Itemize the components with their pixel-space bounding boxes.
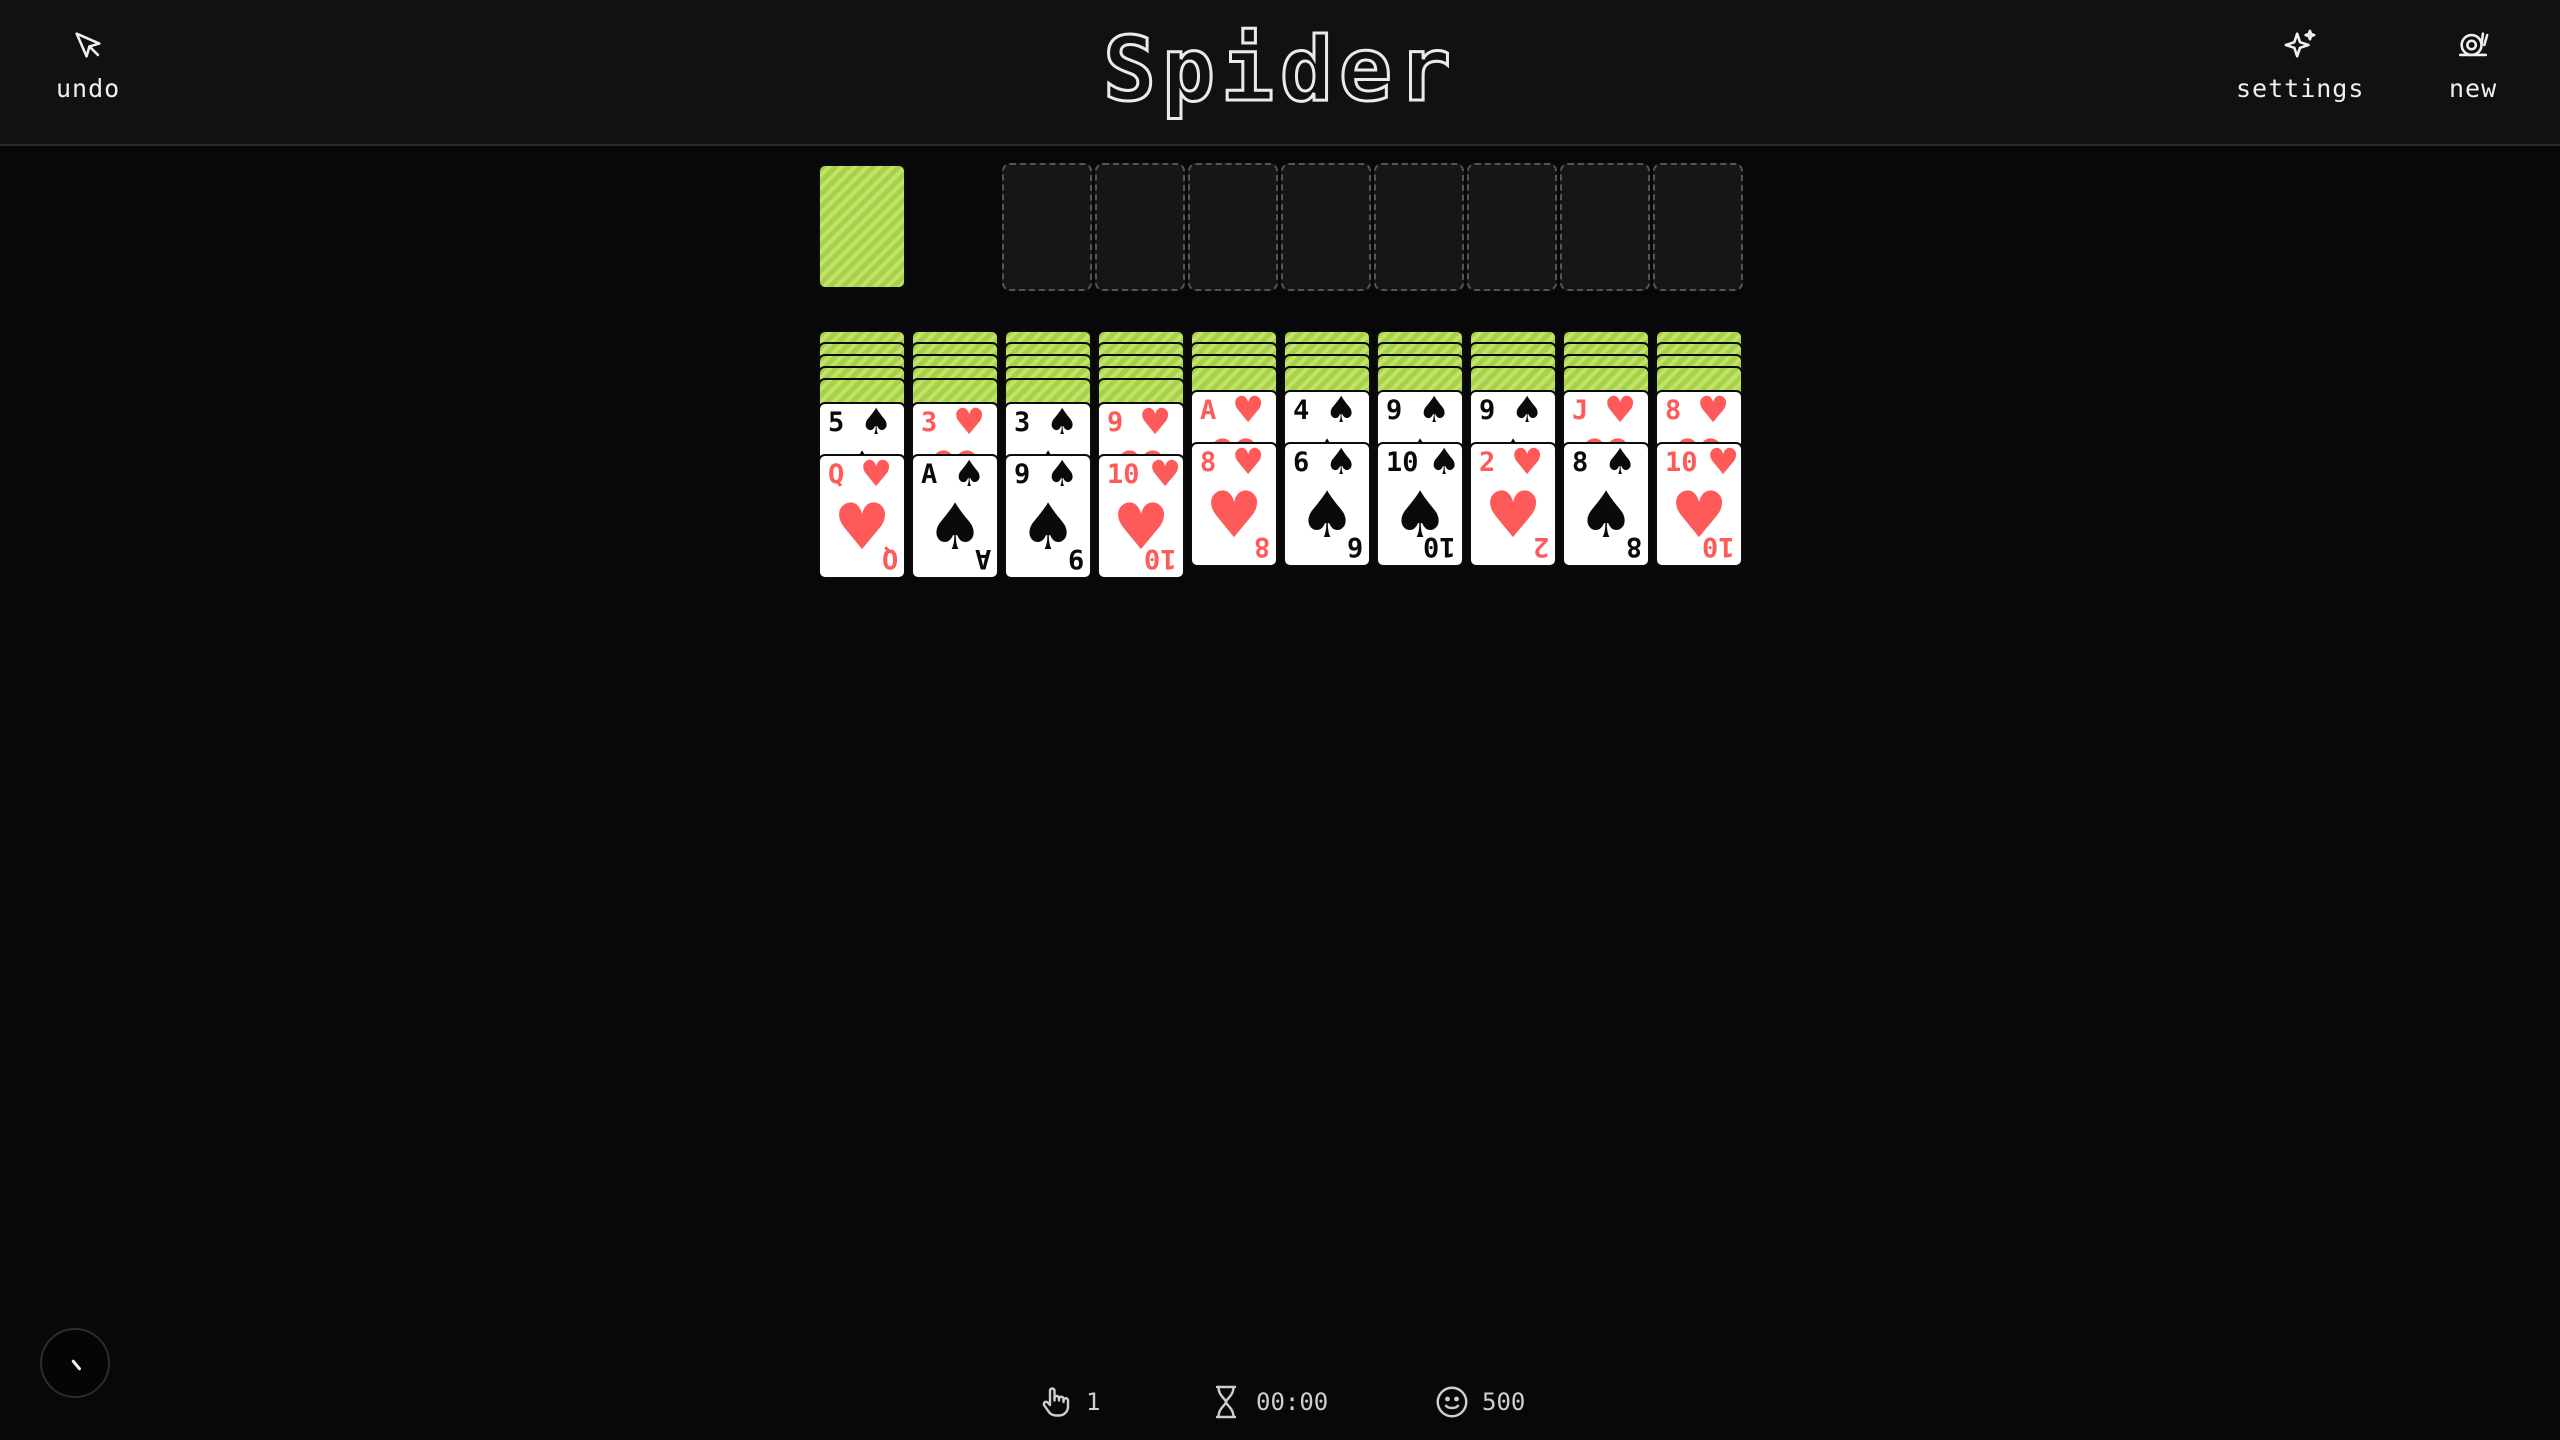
- card-rank: Q: [828, 459, 845, 490]
- card-rank-inverted: 9: [1067, 543, 1084, 574]
- card-rank: 9: [1479, 395, 1496, 426]
- playing-card[interactable]: A ♠ ♠ A: [911, 454, 999, 579]
- foundation-slot: [1467, 163, 1557, 291]
- time-stat: 00:00: [1208, 1384, 1328, 1420]
- settings-button[interactable]: settings: [2236, 28, 2364, 103]
- hourglass-icon: [1215, 1385, 1237, 1419]
- time-value: 00:00: [1256, 1388, 1329, 1416]
- heart-icon: ♥: [1232, 390, 1265, 431]
- playing-card[interactable]: 10 ♥ ♥ 10: [1655, 442, 1743, 567]
- spade-icon: ♠: [1325, 442, 1358, 483]
- card-rank-inverted: Q: [881, 543, 898, 574]
- status-bar: 1 00:00 500: [0, 1384, 2560, 1424]
- foundation-slot: [1002, 163, 1092, 291]
- playing-card[interactable]: 9♠♠9: [1004, 454, 1092, 579]
- spade-icon: ♠: [860, 402, 893, 443]
- heart-icon: ♥: [1604, 390, 1637, 431]
- foundation-slot: [1095, 163, 1185, 291]
- card-rank: 2: [1479, 447, 1496, 478]
- snail-icon: [2459, 32, 2489, 57]
- heart-icon: ♥: [1511, 442, 1544, 483]
- stock-pile[interactable]: [818, 164, 906, 289]
- heart-icon: ♥: [1232, 442, 1265, 483]
- hand-pointer-icon: [1042, 1387, 1070, 1417]
- spade-icon: ♠: [1604, 442, 1637, 483]
- card-rank-inverted: 8: [1625, 531, 1642, 562]
- heart-icon: ♥: [1707, 442, 1740, 483]
- foundation-slot: [1560, 163, 1650, 291]
- spade-icon: ♠: [1046, 402, 1079, 443]
- score-stat: 500: [1434, 1384, 1525, 1420]
- new-label: new: [2449, 74, 2498, 103]
- card-rank: 3: [921, 407, 938, 438]
- playing-card[interactable]: 8 ♠ ♠ 8: [1562, 442, 1650, 567]
- spinner-icon: [71, 1359, 81, 1371]
- spade-icon: ♠: [1418, 390, 1451, 431]
- card-rank: 4: [1293, 395, 1310, 426]
- card-rank: 10: [1107, 459, 1140, 490]
- moves-stat: 1: [1038, 1384, 1100, 1420]
- sparkles-icon: [2284, 29, 2316, 58]
- playing-card[interactable]: 8♥♥8: [1190, 442, 1278, 567]
- card-rank-inverted: 6: [1346, 531, 1363, 562]
- score-value: 500: [1482, 1388, 1526, 1416]
- card-rank: A: [921, 459, 938, 490]
- header-bar: undo Spider settings new: [0, 0, 2560, 146]
- card-rank-inverted: 10: [1702, 531, 1735, 562]
- moves-value: 1: [1086, 1388, 1101, 1416]
- spade-icon: ♠: [1325, 390, 1358, 431]
- new-game-button[interactable]: new: [2449, 28, 2497, 103]
- card-rank-inverted: 8: [1253, 531, 1270, 562]
- card-rank-inverted: 10: [1144, 543, 1177, 574]
- playing-card[interactable]: 10 ♥ ♥ 10: [1097, 454, 1185, 579]
- card-rank: 8: [1572, 447, 1589, 478]
- playing-card[interactable]: 2 ♥ ♥ 2: [1469, 442, 1557, 567]
- settings-label: settings: [2236, 74, 2365, 103]
- heart-icon: ♥: [1139, 402, 1172, 443]
- card-rank: 8: [1665, 395, 1682, 426]
- card-rank: 5: [828, 407, 845, 438]
- card-rank: 9: [1386, 395, 1403, 426]
- heart-icon: ♥: [953, 402, 986, 443]
- foundation-slot: [1653, 163, 1743, 291]
- spade-icon: ♠: [953, 454, 986, 495]
- card-rank: 8: [1200, 447, 1217, 478]
- foundation-slot: [1188, 163, 1278, 291]
- card-rank: 10: [1665, 447, 1698, 478]
- spade-icon: ♠: [1428, 442, 1461, 483]
- card-rank: J: [1572, 395, 1589, 426]
- card-rank: 9: [1014, 459, 1031, 490]
- heart-icon: ♥: [1697, 390, 1730, 431]
- card-rank: 6: [1293, 447, 1310, 478]
- playing-card[interactable]: Q ♥ ♥ Q: [818, 454, 906, 579]
- card-rank: 10: [1386, 447, 1419, 478]
- heart-icon: ♥: [1149, 454, 1182, 495]
- card-rank-inverted: 10: [1423, 531, 1456, 562]
- playing-card[interactable]: 6 ♠ ♠ 6: [1283, 442, 1371, 567]
- spade-icon: ♠: [1511, 390, 1544, 431]
- smiley-icon: [1436, 1386, 1468, 1418]
- game-title: Spider: [1102, 17, 1457, 123]
- playing-card[interactable]: 10 ♠ ♠ 10: [1376, 442, 1464, 567]
- card-rank-inverted: A: [974, 543, 991, 574]
- foundation-slot: [1374, 163, 1464, 291]
- card-rank-inverted: 2: [1532, 531, 1549, 562]
- card-rank: A: [1200, 395, 1217, 426]
- card-rank: 3: [1014, 407, 1031, 438]
- heart-icon: ♥: [860, 454, 893, 495]
- spade-icon: ♠: [1046, 454, 1079, 495]
- foundation-slot: [1281, 163, 1371, 291]
- card-rank: 9: [1107, 407, 1124, 438]
